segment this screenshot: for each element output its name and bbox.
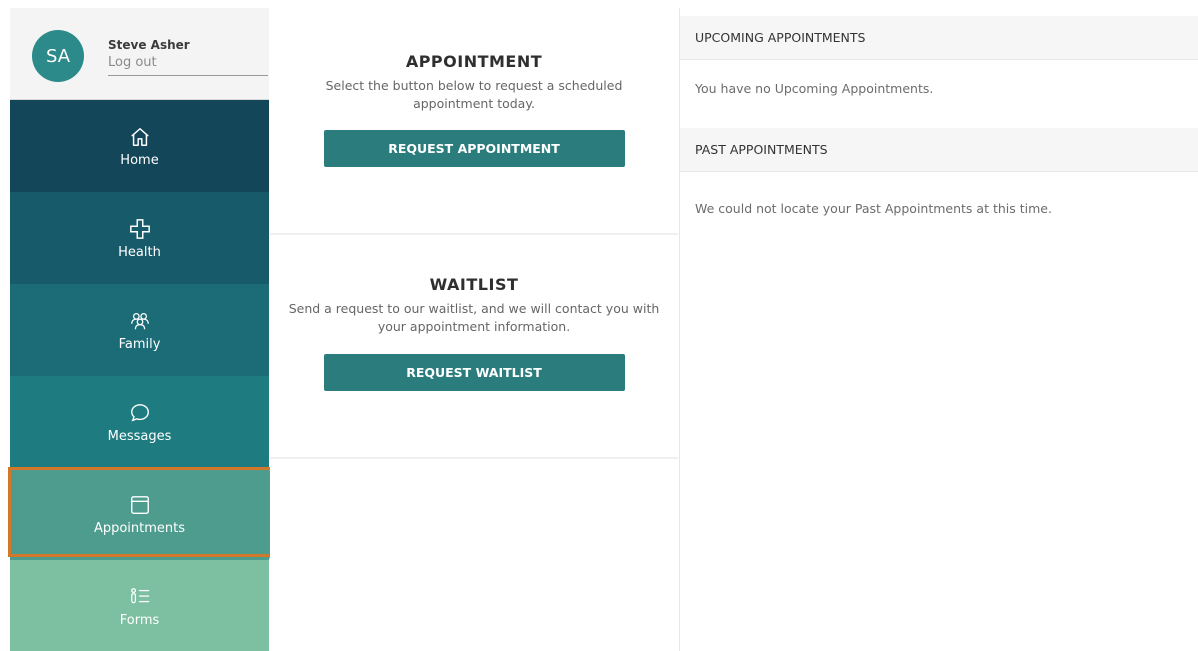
sidebar-item-label: Appointments (93, 521, 186, 536)
section-divider (270, 233, 678, 235)
appointment-description: Select the button below to request a sch… (325, 78, 623, 111)
upcoming-appointments-header: UPCOMING APPOINTMENTS (680, 16, 1198, 60)
sidebar-item-appointments[interactable]: Appointments (10, 468, 269, 560)
logout-link[interactable]: Log out (108, 55, 268, 76)
app-window: SA Steve Asher Log out Home Health Famil… (0, 0, 1198, 651)
avatar[interactable]: SA (32, 30, 84, 82)
sidebar-item-label: Forms (119, 612, 160, 628)
sidebar-item-health[interactable]: Health (10, 192, 269, 284)
user-name: Steve Asher (108, 38, 190, 52)
request-waitlist-button[interactable]: REQUEST WAITLIST (323, 354, 625, 391)
sidebar-item-label: Family (118, 337, 161, 352)
calendar-icon (127, 492, 153, 518)
health-cross-icon (127, 216, 153, 242)
sidebar-item-messages[interactable]: Messages (10, 376, 269, 468)
request-panel: APPOINTMENT Select the button below to r… (270, 8, 678, 651)
appointments-list: UPCOMING APPOINTMENTS You have no Upcomi… (679, 8, 1198, 651)
appointment-section: APPOINTMENT Select the button below to r… (270, 52, 678, 167)
sidebar-item-label: Messages (107, 429, 172, 444)
sidebar: SA Steve Asher Log out Home Health Famil… (10, 8, 282, 651)
waitlist-description: Send a request to our waitlist, and we w… (288, 301, 660, 334)
sidebar-item-label: Home (120, 153, 159, 168)
waitlist-title: WAITLIST (429, 275, 519, 294)
sidebar-item-home[interactable]: Home (10, 100, 269, 192)
appointment-title: APPOINTMENT (405, 52, 543, 71)
family-icon (127, 308, 153, 334)
past-appointments-message: We could not locate your Past Appointmen… (695, 201, 1052, 216)
request-appointment-button[interactable]: REQUEST APPOINTMENT (323, 130, 625, 167)
forms-icon (127, 584, 153, 610)
past-appointments-header: PAST APPOINTMENTS (680, 128, 1198, 172)
chat-bubble-icon (127, 400, 153, 426)
sidebar-item-label: Health (118, 245, 161, 260)
section-divider (270, 457, 678, 459)
home-icon (127, 124, 153, 150)
sidebar-item-family[interactable]: Family (10, 284, 269, 376)
user-card: SA Steve Asher Log out (10, 8, 269, 100)
sidebar-item-forms[interactable]: Forms (10, 560, 269, 651)
upcoming-appointments-message: You have no Upcoming Appointments. (695, 81, 934, 96)
waitlist-section: WAITLIST Send a request to our waitlist,… (270, 275, 678, 391)
